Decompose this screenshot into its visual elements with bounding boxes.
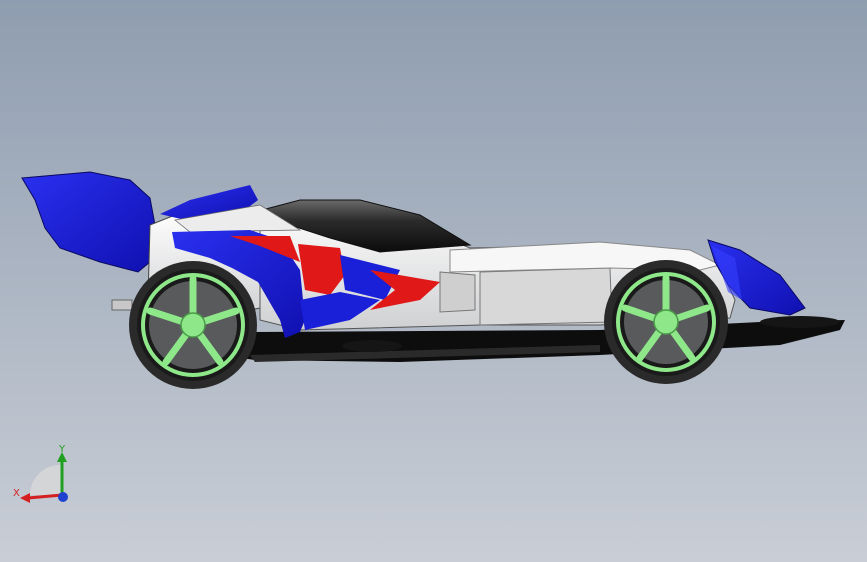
exhaust [111,299,133,311]
rear-wheel[interactable] [129,261,257,389]
front-wheel[interactable] [604,260,728,384]
side-pod [479,267,613,326]
coordinate-triad-icon: Y X [13,444,68,503]
x-axis-label: X [13,488,20,499]
front-bumper [760,316,840,328]
x-axis [27,493,63,500]
3d-viewport[interactable]: Y X [0,0,867,562]
z-axis [58,492,68,502]
rc-car-model[interactable] [0,0,867,562]
chassis-screw [342,340,402,352]
side-vent [439,271,476,313]
y-axis-label: Y [58,444,66,455]
rear-wing [21,171,156,273]
